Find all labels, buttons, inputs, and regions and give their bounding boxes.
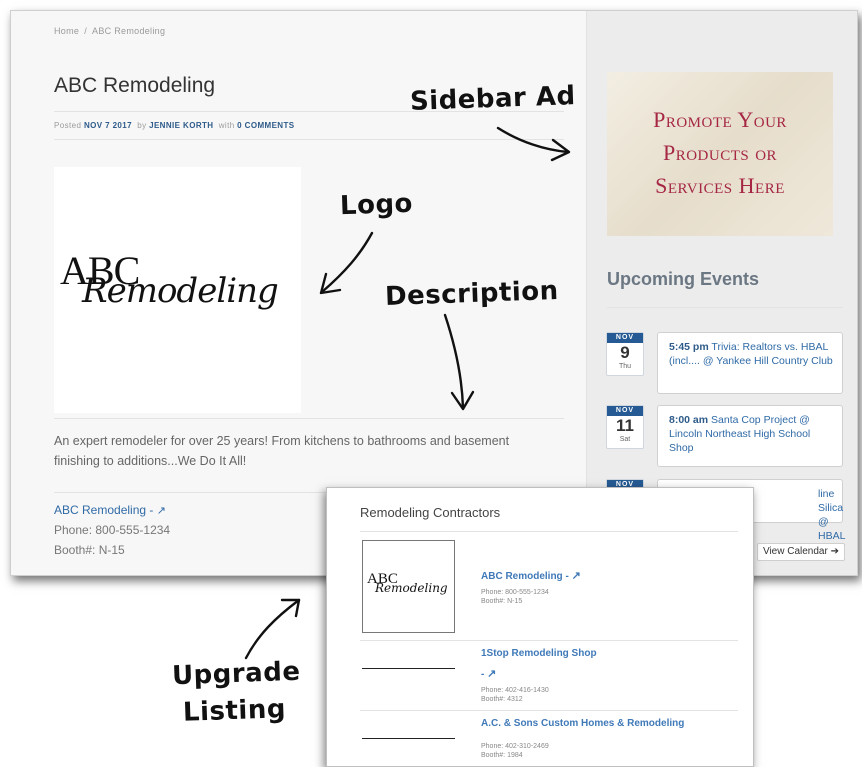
annotation-arrows <box>244 126 571 660</box>
arrow-to-upgrade <box>244 598 301 660</box>
arrow-to-ad <box>496 126 570 154</box>
arrow-to-logo <box>320 231 374 294</box>
